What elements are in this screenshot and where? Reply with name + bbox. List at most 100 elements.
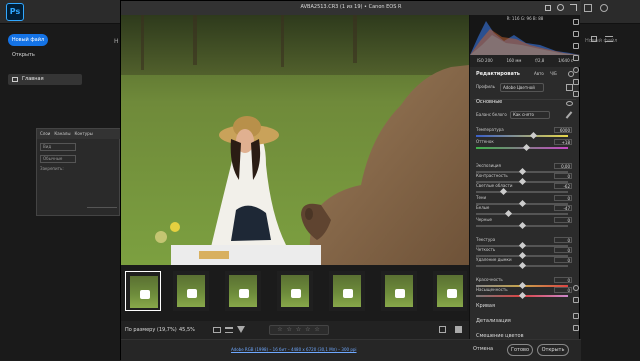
slider-2[interactable]: Оттенок +18 xyxy=(476,139,576,153)
slider-thumb[interactable] xyxy=(504,209,512,218)
slider-value-field[interactable]: 0 xyxy=(554,277,572,283)
list-view-icon[interactable] xyxy=(605,36,613,42)
slider-label: Черные xyxy=(476,217,492,222)
slider-label: Температура xyxy=(476,127,504,132)
sidebar-item-home[interactable]: Главная xyxy=(8,74,82,85)
settings-gear-icon[interactable] xyxy=(557,4,564,11)
filmstrip-thumb[interactable] xyxy=(225,271,261,311)
filmstrip-thumb[interactable] xyxy=(381,271,417,311)
camera-raw-dialog: AVBA2513.CR3 (1 из 19) • Canon EOS R По … xyxy=(120,0,581,361)
filmstrip-thumb[interactable] xyxy=(433,271,467,311)
filmstrip-toggle-icon[interactable] xyxy=(213,327,221,333)
slider-thumb[interactable] xyxy=(518,291,526,300)
slider-track[interactable] xyxy=(476,213,568,215)
heal-tool-icon[interactable] xyxy=(573,43,579,49)
slider-track[interactable] xyxy=(476,191,568,193)
sampler-tool-icon[interactable] xyxy=(573,313,579,319)
slider-thumb[interactable] xyxy=(518,261,526,270)
slider-value-field[interactable]: +18 xyxy=(554,139,572,145)
hand-tool-icon[interactable] xyxy=(573,297,579,303)
tab-channels[interactable]: Каналы xyxy=(54,129,70,139)
mask-tool-icon[interactable] xyxy=(573,55,579,61)
crop-tool-icon[interactable] xyxy=(573,31,579,37)
slider-label: Белые xyxy=(476,205,490,210)
view-bar: По размеру (19,7%) 45,5% ☆ ☆ ☆ ☆ ☆ xyxy=(121,321,469,339)
home-heading-stub: Н xyxy=(114,38,119,45)
slider-value-field[interactable]: 0 xyxy=(554,195,572,201)
blend-mode-select[interactable]: Обычные xyxy=(40,155,76,163)
slider-value-field[interactable]: 0 xyxy=(554,247,572,253)
photo-preview[interactable] xyxy=(121,15,469,265)
slider-track[interactable] xyxy=(476,135,568,137)
filmstrip xyxy=(121,265,469,321)
save-icon[interactable] xyxy=(545,5,551,11)
slider-value-field[interactable]: 0 xyxy=(554,173,572,179)
slider-label: Светлые области xyxy=(476,183,513,188)
layers-panel: Слои Каналы Контуры Вид Обычные Закрепит… xyxy=(36,128,121,216)
zoom-tool-icon[interactable] xyxy=(573,285,579,291)
layers-panel-tabs: Слои Каналы Контуры xyxy=(37,129,121,139)
slider-value-field[interactable]: -62 xyxy=(554,183,572,189)
slider-value-field[interactable]: 0 xyxy=(554,237,572,243)
fullscreen-icon[interactable] xyxy=(570,4,577,11)
layers-filter-select[interactable]: Вид xyxy=(40,143,76,151)
tab-paths[interactable]: Контуры xyxy=(74,129,92,139)
slider-13[interactable]: Насыщенность 0 xyxy=(476,287,576,301)
rating-stars[interactable]: ☆ ☆ ☆ ☆ ☆ xyxy=(269,325,329,335)
slider-value-field[interactable]: 6000 xyxy=(554,127,572,133)
sort-icon[interactable] xyxy=(225,327,233,333)
filmstrip-thumb[interactable] xyxy=(329,271,365,311)
slider-value-field[interactable]: -47 xyxy=(554,205,572,211)
slider-label: Удаление дымки xyxy=(476,257,512,262)
slider-thumb[interactable] xyxy=(529,131,537,140)
photoshop-logo: Ps xyxy=(6,3,24,21)
filmstrip-thumb[interactable] xyxy=(277,271,313,311)
home-icon xyxy=(12,77,18,82)
filmstrip-thumb[interactable] xyxy=(173,271,209,311)
layers-footer-icons xyxy=(87,207,117,211)
slider-label: Тени xyxy=(476,195,487,200)
new-file-button[interactable]: Новый файл xyxy=(8,34,48,46)
single-view-icon[interactable] xyxy=(439,326,446,333)
tab-layers[interactable]: Слои xyxy=(40,129,50,139)
section-curve[interactable]: Кривая xyxy=(476,303,495,309)
edit-tool-icon[interactable] xyxy=(573,19,579,25)
slider-label: Четкость xyxy=(476,247,496,252)
slider-value-field[interactable]: 0 xyxy=(554,217,572,223)
filter-icon[interactable] xyxy=(237,326,245,333)
learn-icon[interactable] xyxy=(584,4,592,12)
slider-value-field[interactable]: 0,00 xyxy=(554,163,572,169)
done-button[interactable]: Готово xyxy=(507,344,533,356)
slider-label: Красочность xyxy=(476,277,503,282)
workflow-options-link[interactable]: Adobe RGB (1998) – 16 бит – 4480 х 6720 … xyxy=(231,347,357,352)
slider-thumb[interactable] xyxy=(518,221,526,230)
slider-11[interactable]: Удаление дымки 0 xyxy=(476,257,576,271)
cancel-button[interactable]: Отмена xyxy=(473,344,501,356)
search-icon[interactable] xyxy=(600,4,608,12)
grid-toggle-icon[interactable] xyxy=(573,325,579,331)
lock-label: Закрепить: xyxy=(40,166,64,171)
slider-label: Контрастность xyxy=(476,173,508,178)
slider-value-field[interactable]: 0 xyxy=(554,287,572,293)
filmstrip-thumb[interactable] xyxy=(125,271,161,311)
section-detail[interactable]: Детализация xyxy=(476,318,511,324)
zoom-select[interactable]: 45,5% xyxy=(179,327,195,333)
slider-label: Оттенок xyxy=(476,139,494,144)
compare-view-icon[interactable] xyxy=(455,326,462,333)
edit-panel: R: 116 G: 96 B: 88 ISO 200 160 мм f/2,8 … xyxy=(469,15,580,339)
open-button[interactable]: Открыть xyxy=(537,344,569,356)
slider-label: Насыщенность xyxy=(476,287,508,292)
presets-icon[interactable] xyxy=(573,79,579,85)
slider-thumb[interactable] xyxy=(500,187,508,196)
redeye-tool-icon[interactable] xyxy=(573,67,579,73)
zoom-fit-label[interactable]: По размеру (19,7%) xyxy=(125,327,177,333)
more-icon[interactable] xyxy=(573,91,579,97)
slider-thumb[interactable] xyxy=(523,143,531,152)
picnic-blanket xyxy=(171,245,321,265)
slider-value-field[interactable]: 0 xyxy=(554,257,572,263)
grid-view-icon[interactable] xyxy=(591,36,597,42)
open-link[interactable]: Открыть xyxy=(12,52,35,58)
camera-raw-titlebar: AVBA2513.CR3 (1 из 19) • Canon EOS R xyxy=(121,1,581,15)
slider-8[interactable]: Черные 0 xyxy=(476,217,576,231)
file-title: AVBA2513.CR3 (1 из 19) • Canon EOS R xyxy=(300,4,402,10)
